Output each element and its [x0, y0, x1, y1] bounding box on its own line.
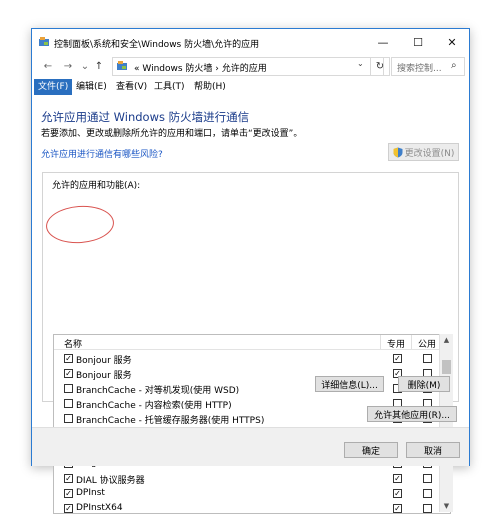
public-checkbox[interactable]	[423, 504, 432, 513]
scroll-down-icon[interactable]: ▼	[440, 500, 453, 512]
allowed-apps-label: 允许的应用和功能(A):	[52, 181, 141, 191]
private-checkbox[interactable]: ✓	[393, 504, 402, 513]
menu-view[interactable]: 查看(V)	[112, 79, 151, 95]
page-description: 若要添加、更改或删除所允许的应用和端口，请单击“更改设置”。	[41, 129, 303, 139]
app-name: DPInstX64	[76, 503, 123, 513]
private-checkbox[interactable]: ✓	[393, 474, 402, 483]
list-scrollbar[interactable]: ▲ ▼	[439, 334, 453, 512]
column-private[interactable]: 专用	[387, 337, 405, 350]
list-item[interactable]: ✓ DIAL 协议服务器 ✓	[54, 471, 450, 486]
details-button[interactable]: 详细信息(L)...	[315, 376, 384, 392]
close-button[interactable]: ✕	[435, 29, 469, 55]
menu-file[interactable]: 文件(F)	[34, 79, 73, 95]
risk-info-link[interactable]: 允许应用进行通信有哪些风险?	[41, 147, 163, 160]
back-button[interactable]: ←	[41, 59, 55, 73]
firewall-window: 控制面板\系统和安全\Windows 防火墙\允许的应用 — ☐ ✕ ← → ⌄…	[31, 28, 470, 514]
column-divider[interactable]	[380, 335, 381, 349]
public-checkbox[interactable]	[423, 474, 432, 483]
app-name: Bonjour 服务	[76, 371, 132, 381]
chevron-down-icon[interactable]: ⌄	[357, 59, 364, 68]
remove-button[interactable]: 删除(M)	[398, 376, 450, 392]
public-checkbox[interactable]	[423, 354, 432, 363]
allowed-apps-group: 允许的应用和功能(A): 名称 专用 公用 ✓ Bonjour 服务 ✓ ✓ Bonjo…	[42, 172, 459, 514]
list-header: 名称 专用 公用	[54, 335, 450, 350]
app-name: BranchCache - 内容检索(使用 HTTP)	[76, 401, 232, 411]
minimize-button[interactable]: —	[366, 29, 400, 55]
enable-checkbox[interactable]	[64, 414, 73, 423]
list-item[interactable]: ✓ DPInstX64 ✓	[54, 501, 450, 513]
menu-bar: 文件(F) 编辑(E) 查看(V) 工具(T) 帮助(H)	[32, 79, 469, 95]
allow-other-app-button[interactable]: 允许其他应用(R)...	[367, 406, 457, 422]
app-name: Bonjour 服务	[76, 356, 132, 366]
window-title: 控制面板\系统和安全\Windows 防火墙\允许的应用	[54, 40, 260, 50]
shield-icon	[393, 147, 403, 157]
menu-edit[interactable]: 编辑(E)	[72, 79, 111, 95]
control-panel-icon	[117, 61, 127, 70]
enable-checkbox[interactable]: ✓	[64, 474, 73, 483]
change-settings-button[interactable]: 更改设置(N)	[388, 143, 459, 161]
menu-tools[interactable]: 工具(T)	[150, 79, 189, 95]
search-icon[interactable]: ⌕	[451, 60, 457, 71]
list-item[interactable]: ✓ Bonjour 服务 ✓	[54, 351, 450, 366]
enable-checkbox[interactable]: ✓	[64, 369, 73, 378]
search-placeholder: 搜索控制...	[397, 64, 442, 74]
forward-button[interactable]: →	[61, 59, 75, 73]
page-title: 允许应用通过 Windows 防火墙进行通信	[41, 110, 250, 124]
search-input[interactable]: 搜索控制... ⌕	[391, 57, 465, 76]
column-divider[interactable]	[411, 335, 412, 349]
enable-checkbox[interactable]: ✓	[64, 354, 73, 363]
maximize-button[interactable]: ☐	[401, 29, 435, 55]
list-item[interactable]: ✓ Bonjour 服务 ✓	[54, 366, 450, 381]
column-name[interactable]: 名称	[64, 337, 82, 350]
title-bar: 控制面板\系统和安全\Windows 防火墙\允许的应用 — ☐ ✕	[32, 29, 469, 55]
change-settings-label: 更改设置(N)	[404, 148, 455, 159]
control-panel-icon	[39, 37, 49, 46]
up-button[interactable]: ↑	[92, 59, 106, 73]
menu-help[interactable]: 帮助(H)	[190, 79, 230, 95]
enable-checkbox[interactable]	[64, 384, 73, 393]
address-bar[interactable]: « Windows 防火墙 › 允许的应用 ⌄	[112, 57, 384, 76]
enable-checkbox[interactable]: ✓	[64, 504, 73, 513]
private-checkbox[interactable]: ✓	[393, 354, 402, 363]
allowed-apps-list: 名称 专用 公用 ✓ Bonjour 服务 ✓ ✓ Bonjour 服务 ✓ BranchC…	[53, 334, 451, 514]
ok-button[interactable]: 确定	[344, 442, 398, 458]
cancel-button[interactable]: 取消	[406, 442, 460, 458]
address-path: « Windows 防火墙 › 允许的应用	[134, 64, 267, 74]
app-name: DIAL 协议服务器	[76, 476, 145, 486]
dialog-footer: 确定 取消	[32, 427, 469, 466]
list-item[interactable]: BranchCache - 对等机发现(使用 WSD)	[54, 381, 450, 396]
enable-checkbox[interactable]	[64, 399, 73, 408]
list-item[interactable]: ✓ DPInst ✓	[54, 486, 450, 501]
recent-locations-dropdown[interactable]: ⌄	[78, 59, 92, 73]
column-public[interactable]: 公用	[418, 337, 436, 350]
scroll-thumb[interactable]	[442, 360, 451, 374]
app-name: BranchCache - 托管缓存服务器(使用 HTTPS)	[76, 416, 265, 426]
scroll-up-icon[interactable]: ▲	[440, 334, 453, 346]
app-name: BranchCache - 对等机发现(使用 WSD)	[76, 386, 240, 396]
refresh-button[interactable]: ↻	[370, 57, 390, 76]
